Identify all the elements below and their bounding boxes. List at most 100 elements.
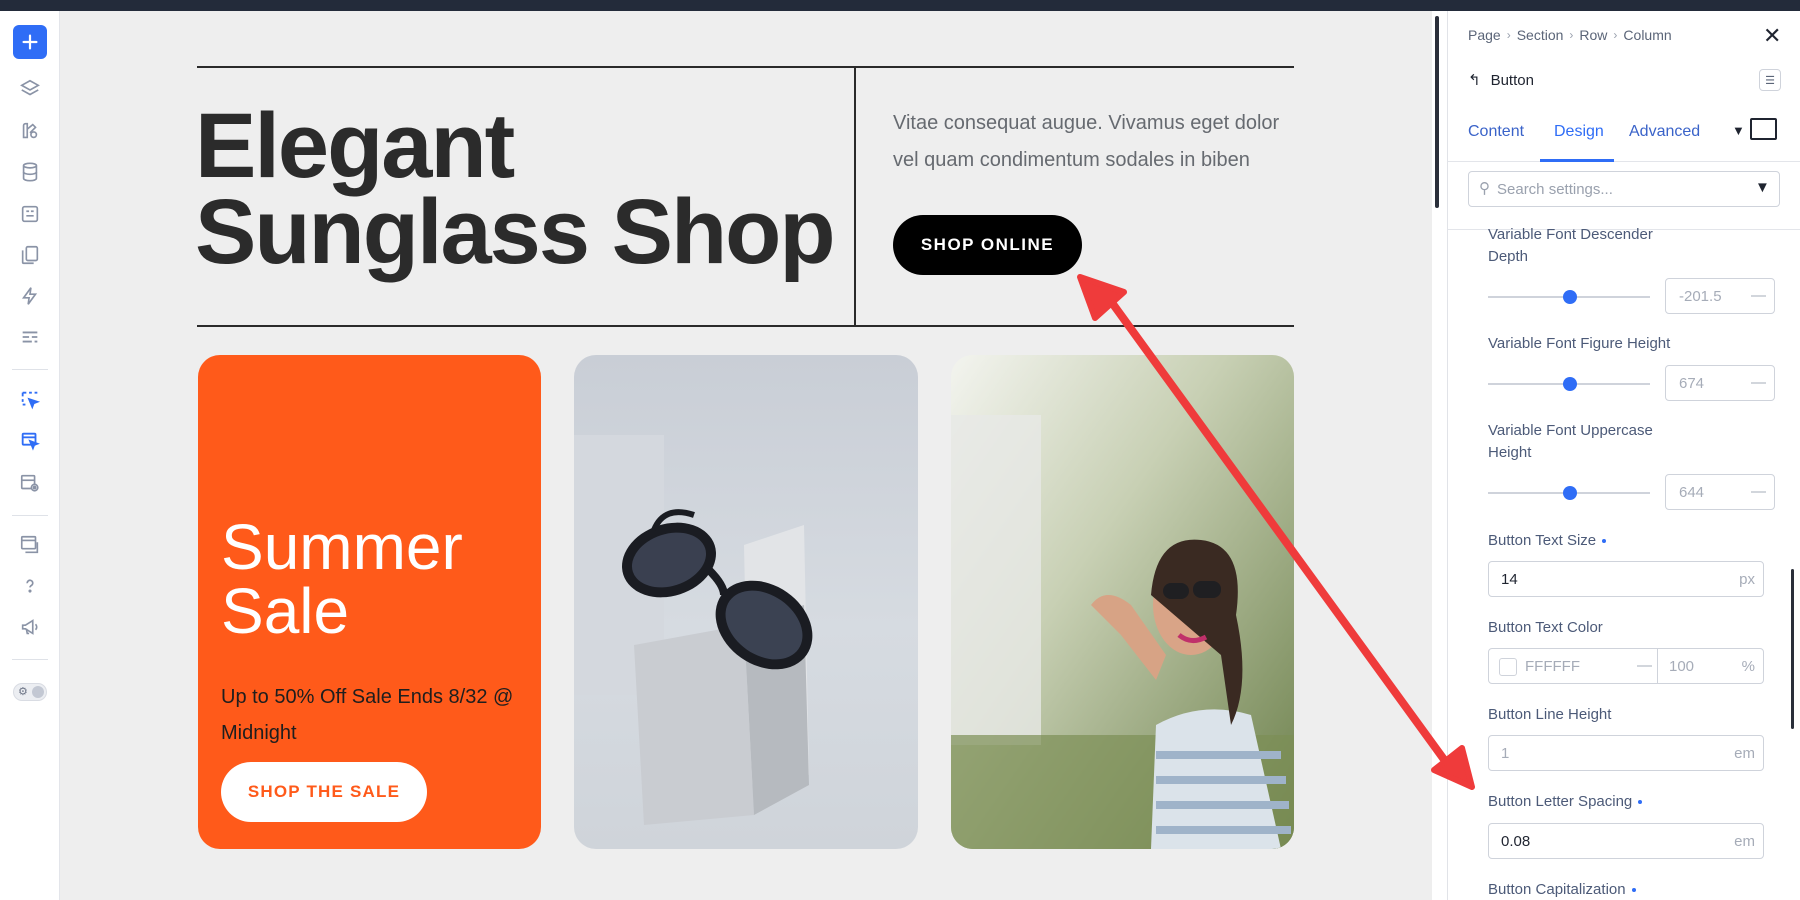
text-color-label: Button Text Color [1488, 619, 1603, 636]
pages-icon[interactable] [13, 238, 47, 272]
theme-toggle-icon[interactable]: ⚙ [13, 683, 47, 701]
hero-heading-line2: Sunglass Shop [195, 181, 836, 283]
line-height-value: 1 [1501, 745, 1510, 762]
panel-options-icon[interactable]: ☰ [1759, 69, 1781, 91]
active-tab-indicator [1540, 159, 1614, 162]
model-photo[interactable] [951, 355, 1294, 849]
sunglasses-photo[interactable] [574, 355, 918, 849]
sale-title-line2: Sale [221, 575, 350, 647]
line-height-input[interactable]: 1 em [1488, 735, 1764, 771]
modified-dot-icon [1602, 539, 1607, 544]
hero-heading-line1: Elegant [195, 95, 515, 197]
letter-spacing-unit[interactable]: em [1734, 833, 1755, 850]
line-height-unit[interactable]: em [1734, 745, 1755, 762]
sunglasses-illustration [574, 435, 813, 825]
layers-icon[interactable] [13, 72, 47, 106]
windows-icon[interactable] [13, 528, 47, 562]
help-icon[interactable] [13, 569, 47, 603]
tab-advanced[interactable]: Advanced [1629, 123, 1700, 141]
uppercase-label-line1: Variable Font Uppercase [1488, 422, 1653, 439]
toggle-knob [32, 686, 44, 698]
descender-input[interactable]: -201.5 — [1665, 278, 1775, 314]
database-icon[interactable] [13, 155, 47, 189]
tab-content[interactable]: Content [1468, 123, 1524, 141]
template-icon[interactable] [13, 320, 47, 354]
paint-icon[interactable] [13, 114, 47, 148]
text-size-input[interactable]: 14 px [1488, 561, 1764, 597]
unit-dash-icon: — [1751, 483, 1766, 500]
filter-icon[interactable]: ▼ [1755, 179, 1770, 196]
shop-online-button[interactable]: SHOP ONLINE [893, 215, 1082, 275]
left-toolbar: ⚙ [0, 11, 60, 900]
uppercase-label: Variable Font Uppercase Height [1488, 420, 1653, 464]
shop-the-sale-button[interactable]: SHOP THE SALE [221, 762, 427, 822]
tab-design[interactable]: Design [1554, 123, 1604, 141]
figure-height-input[interactable]: 674 — [1665, 365, 1775, 401]
preview-frame-icon[interactable] [1750, 118, 1777, 140]
capitalization-label: Button Capitalization [1488, 879, 1636, 900]
cursor-multi-icon[interactable] [13, 424, 47, 458]
letter-spacing-input[interactable]: 0.08 em [1488, 823, 1764, 859]
summer-sale-card[interactable]: Summer Sale Up to 50% Off Sale Ends 8/32… [198, 355, 541, 849]
form-icon[interactable] [13, 197, 47, 231]
capitalization-label-text: Button Capitalization [1488, 881, 1626, 898]
line-height-label: Button Line Height [1488, 706, 1612, 723]
unit-dash-icon: — [1751, 287, 1766, 304]
chevron-right-icon: › [1569, 28, 1574, 42]
close-icon[interactable]: ✕ [1763, 23, 1781, 49]
text-size-unit[interactable]: px [1739, 571, 1755, 588]
breadcrumb: Page › Section › Row › Column [1468, 27, 1672, 43]
hero-heading[interactable]: Elegant Sunglass Shop [195, 95, 836, 283]
search-input[interactable] [1497, 178, 1737, 200]
add-icon[interactable] [13, 25, 47, 59]
figure-height-value: 674 [1679, 375, 1705, 392]
megaphone-icon[interactable] [13, 610, 47, 644]
figure-height-slider[interactable] [1488, 377, 1650, 391]
text-color-input[interactable]: FFFFFF — 100 % [1488, 648, 1764, 684]
element-title: ↰ Button [1468, 71, 1534, 90]
element-title-label: Button [1490, 71, 1534, 89]
letter-spacing-label-text: Button Letter Spacing [1488, 793, 1633, 810]
panel-scrollbar[interactable] [1791, 569, 1794, 729]
field-divider [1657, 649, 1658, 683]
letter-spacing-value: 0.08 [1501, 833, 1531, 850]
text-color-opacity: 100 [1669, 658, 1695, 675]
uppercase-input[interactable]: 644 — [1665, 474, 1775, 510]
text-size-value: 14 [1501, 571, 1518, 588]
preview-icon[interactable] [13, 466, 47, 500]
descender-slider[interactable] [1488, 290, 1650, 304]
canvas-scrollbar[interactable] [1435, 16, 1439, 208]
descender-label-line1: Variable Font Descender [1488, 226, 1653, 243]
hero-paragraph[interactable]: Vitae consequat augue. Vivamus eget dolo… [893, 105, 1293, 179]
chevron-right-icon: › [1506, 28, 1511, 42]
slider-thumb[interactable] [1563, 486, 1577, 500]
opacity-unit: % [1741, 658, 1755, 675]
descender-label: Variable Font Descender Depth [1488, 224, 1653, 268]
uppercase-slider[interactable] [1488, 486, 1650, 500]
top-bar [0, 0, 1800, 11]
letter-spacing-label: Button Letter Spacing [1488, 791, 1643, 813]
toolbar-divider [12, 369, 48, 370]
color-swatch[interactable] [1499, 658, 1517, 676]
slider-thumb[interactable] [1563, 290, 1577, 304]
uppercase-value: 644 [1679, 484, 1705, 501]
breadcrumb-page[interactable]: Page [1468, 27, 1501, 43]
toolbar-divider [12, 659, 48, 660]
caret-down-icon[interactable]: ▼ [1732, 123, 1745, 138]
bolt-icon[interactable] [13, 279, 47, 313]
chevron-right-icon: › [1613, 28, 1618, 42]
search-icon: ⚲ [1479, 180, 1490, 197]
modified-dot-icon [1638, 800, 1643, 805]
slider-thumb[interactable] [1563, 377, 1577, 391]
breadcrumb-column[interactable]: Column [1623, 27, 1671, 43]
page-canvas: Elegant Sunglass Shop Vitae consequat au… [60, 11, 1432, 900]
breadcrumb-row[interactable]: Row [1579, 27, 1607, 43]
settings-panel: Page › Section › Row › Column ✕ ↰ Button… [1447, 11, 1800, 900]
toolbar-divider [12, 515, 48, 516]
descender-value: -201.5 [1679, 288, 1722, 305]
settings-search: ⚲ ▼ [1468, 171, 1780, 207]
cursor-select-icon[interactable] [13, 383, 47, 417]
breadcrumb-section[interactable]: Section [1517, 27, 1564, 43]
unit-dash-icon: — [1751, 374, 1766, 391]
back-arrow-icon[interactable]: ↰ [1468, 71, 1481, 89]
